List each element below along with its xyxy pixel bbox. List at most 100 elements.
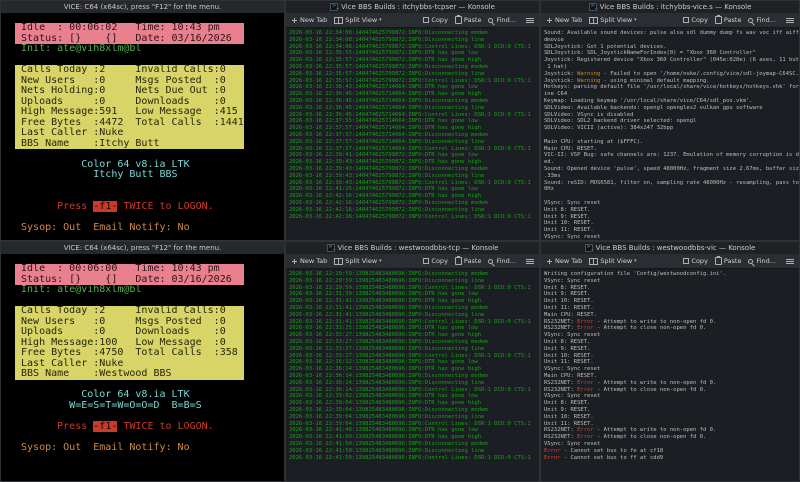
window-title: Vice BBS Builds : itchybbs-vice.s — Kons…	[599, 3, 752, 11]
terminal-line: 2026-03-16 22:35:57:140474625799872:INFO…	[289, 70, 485, 77]
konsole-app-icon	[326, 244, 335, 252]
new-tab-button[interactable]: New Tab	[291, 16, 327, 24]
c64-text-segment: Init: ate@vih8xlm@bl	[15, 43, 142, 54]
hamburger-menu-icon[interactable]	[786, 258, 794, 265]
c64-text-segment: Sysop: Out Email Notify: No	[15, 441, 190, 453]
titlebar[interactable]: Vice BBS Builds : itchybbs-tcpser — Kons…	[286, 1, 539, 13]
terminal-line: SDLVideo: VSync is disabled	[544, 111, 634, 118]
paste-label: Paste	[463, 16, 482, 24]
c64-text-segment: Idle : 00:06:00 Time: 10:43 pm	[15, 263, 244, 275]
c64-emulator-screen[interactable]: Idle : 00:06:02 Time: 10:43 pm Status: […	[1, 13, 284, 240]
c64-text-line: Sysop: Out Email Notify: No	[15, 441, 284, 454]
paste-button[interactable]: Paste	[714, 15, 741, 24]
terminal-line: Unit 11: RESET.	[544, 420, 594, 427]
split-view-button[interactable]: Split View ▾	[589, 257, 637, 265]
terminal-line: 2026-03-16 22:35:55:140474625799872:INFO…	[289, 50, 478, 57]
titlebar[interactable]: Vice BBS Builds : westwoodbbs-vic — Kons…	[541, 242, 799, 254]
find-label: Find...	[756, 16, 776, 24]
c64-text-segment: Color 64 v8.ia LTK	[15, 389, 190, 400]
terminal-line: Unit 9: RESET.	[544, 291, 591, 298]
c64-text-line: Calls Today :2 Invalid Calls:0	[15, 305, 284, 317]
split-view-label: Split View	[345, 16, 378, 24]
terminal-output[interactable]: Sound: Available sound devices: pulse al…	[541, 28, 799, 240]
terminal-line: ed.	[544, 159, 554, 166]
new-tab-button[interactable]: New Tab	[546, 257, 582, 265]
c64-text-line: W=E=S=T=W=O=O=D B=B=S	[15, 400, 284, 412]
new-tab-label: New Tab	[555, 257, 583, 265]
plus-icon	[291, 17, 298, 24]
terminal-line: 2026-03-16 22:31:41:139825483480696:INFO…	[289, 318, 531, 325]
terminal-output[interactable]: Writing configuration file 'Config/westw…	[541, 269, 799, 481]
find-button[interactable]: Find...	[488, 257, 516, 265]
terminal-line: Error - Cannot set bus to fe at cf18	[544, 447, 664, 454]
c64-text-segment: -f1-	[93, 200, 118, 212]
c64-emulator-screen[interactable]: Idle : 00:06:00 Time: 10:43 pm Status: […	[1, 254, 284, 481]
toolbar: New Tab Split View ▾ Copy Paste Find...	[286, 254, 539, 269]
new-tab-button[interactable]: New Tab	[291, 257, 327, 265]
split-view-icon	[589, 16, 599, 24]
terminal-line: 2026-03-16 22:33:25:139825483480696:INFO…	[289, 325, 478, 332]
hamburger-menu-icon[interactable]	[526, 17, 534, 24]
terminal-line: 2026-03-16 22:36:45:140474625714664:INFO…	[289, 104, 485, 111]
find-button[interactable]: Find...	[748, 16, 776, 24]
terminal-line: 2026-03-16 22:39:04:139825483480696:INFO…	[289, 413, 485, 420]
toolbar: New Tab Split View ▾ Copy Paste Find...	[286, 13, 539, 28]
window-konsole-westwoodbbs-vice: Vice BBS Builds : westwoodbbs-vic — Kons…	[540, 241, 800, 482]
window-vice-westwoodbbs: VICE: C64 (x64sc), press "F12" for the m…	[0, 241, 285, 482]
konsole-app-icon	[330, 3, 339, 11]
c64-text-segment: Uploads :0 Downloads :0	[15, 326, 244, 338]
terminal-line: Unit 10: RESET.	[544, 413, 594, 420]
paste-button[interactable]: Paste	[454, 256, 481, 265]
c64-text-segment: Init: ate@vih8xlm@bl	[15, 284, 142, 295]
hamburger-menu-icon[interactable]	[786, 17, 794, 24]
c64-text-line: Idle : 00:06:00 Time: 10:43 pm	[15, 263, 284, 275]
new-tab-label: New Tab	[300, 257, 328, 265]
c64-text-line: High Message:591 Low Message :415	[15, 106, 284, 118]
terminal-line: 2026-03-16 22:31:41:139825483480696:INFO…	[289, 304, 488, 311]
terminal-line: VSync: Sync reset	[544, 199, 601, 206]
copy-button[interactable]: Copy	[680, 15, 708, 24]
window-konsole-itchybbs-tcpser: Vice BBS Builds : itchybbs-tcpser — Kons…	[285, 0, 540, 241]
terminal-line: Keymap: Loading keymap '/usr/local/share…	[544, 97, 753, 104]
terminal-line: 2026-03-16 22:36:14:139825483480696:INFO…	[289, 372, 488, 379]
copy-button[interactable]: Copy	[420, 15, 448, 24]
titlebar[interactable]: VICE: C64 (x64sc), press "F12" for the m…	[1, 1, 284, 13]
split-view-button[interactable]: Split View ▾	[334, 257, 382, 265]
paste-button[interactable]: Paste	[454, 15, 482, 24]
find-button[interactable]: Find...	[488, 16, 516, 24]
hamburger-menu-icon[interactable]	[526, 258, 534, 265]
paste-button[interactable]: Paste	[714, 256, 741, 265]
c64-text-segment: Itchy Butt BBS	[15, 169, 178, 180]
split-view-button[interactable]: Split View ▾	[589, 16, 637, 24]
copy-label: Copy	[431, 257, 448, 265]
copy-button[interactable]: Copy	[420, 256, 448, 265]
copy-icon	[421, 256, 430, 264]
paste-icon	[714, 15, 722, 24]
terminal-line: Writing configuration file 'Config/westw…	[544, 271, 727, 277]
titlebar[interactable]: VICE: C64 (x64sc), press "F12" for the m…	[1, 242, 284, 254]
terminal-output[interactable]: 2026-03-16 22:34:08:140474625799872:INFO…	[286, 28, 539, 240]
terminal-line: 2026-03-16 22:29:59:139825483480696:INFO…	[289, 284, 531, 291]
c64-text-segment: Nets Holding:0 Nets Due Out :0	[15, 85, 244, 97]
new-tab-button[interactable]: New Tab	[546, 16, 582, 24]
c64-text-segment: Sysop: Out Email Notify: No	[15, 221, 190, 233]
terminal-line: 2026-03-16 22:33:27:139825483480696:INFO…	[289, 352, 531, 359]
c64-text-segment: TWICE to LOGON.	[117, 420, 214, 432]
terminal-output[interactable]: 2026-03-16 22:29:59:139825483480696:INFO…	[286, 269, 539, 481]
terminal-line: 1 hat)	[544, 63, 568, 70]
terminal-line: 2026-03-16 22:39:41:140474625799872:INFO…	[289, 152, 478, 159]
copy-button[interactable]: Copy	[680, 256, 708, 265]
split-view-button[interactable]: Split View ▾	[334, 16, 382, 24]
terminal-line: Unit 9: RESET.	[544, 406, 591, 413]
terminal-line: 2026-03-16 22:35:57:140474625799872:INFO…	[289, 77, 531, 84]
terminal-line: 2026-03-16 22:39:02:139825483480696:INFO…	[289, 393, 478, 400]
titlebar[interactable]: Vice BBS Builds : itchybbs-vice.s — Kons…	[541, 1, 799, 13]
c64-text-line: Press -f1- TWICE to LOGON.	[15, 420, 284, 433]
titlebar[interactable]: Vice BBS Builds : westwoodbbs-tcp — Kons…	[286, 242, 539, 254]
c64-text-line: Calls Today :2 Invalid Calls:0	[15, 64, 284, 76]
terminal-line: VIC-II: VSP Bug: safe channels are: 1237…	[544, 152, 799, 159]
copy-label: Copy	[691, 16, 708, 24]
find-button[interactable]: Find...	[748, 257, 776, 265]
toolbar: New Tab Split View ▾ Copy Paste Find...	[541, 254, 799, 269]
